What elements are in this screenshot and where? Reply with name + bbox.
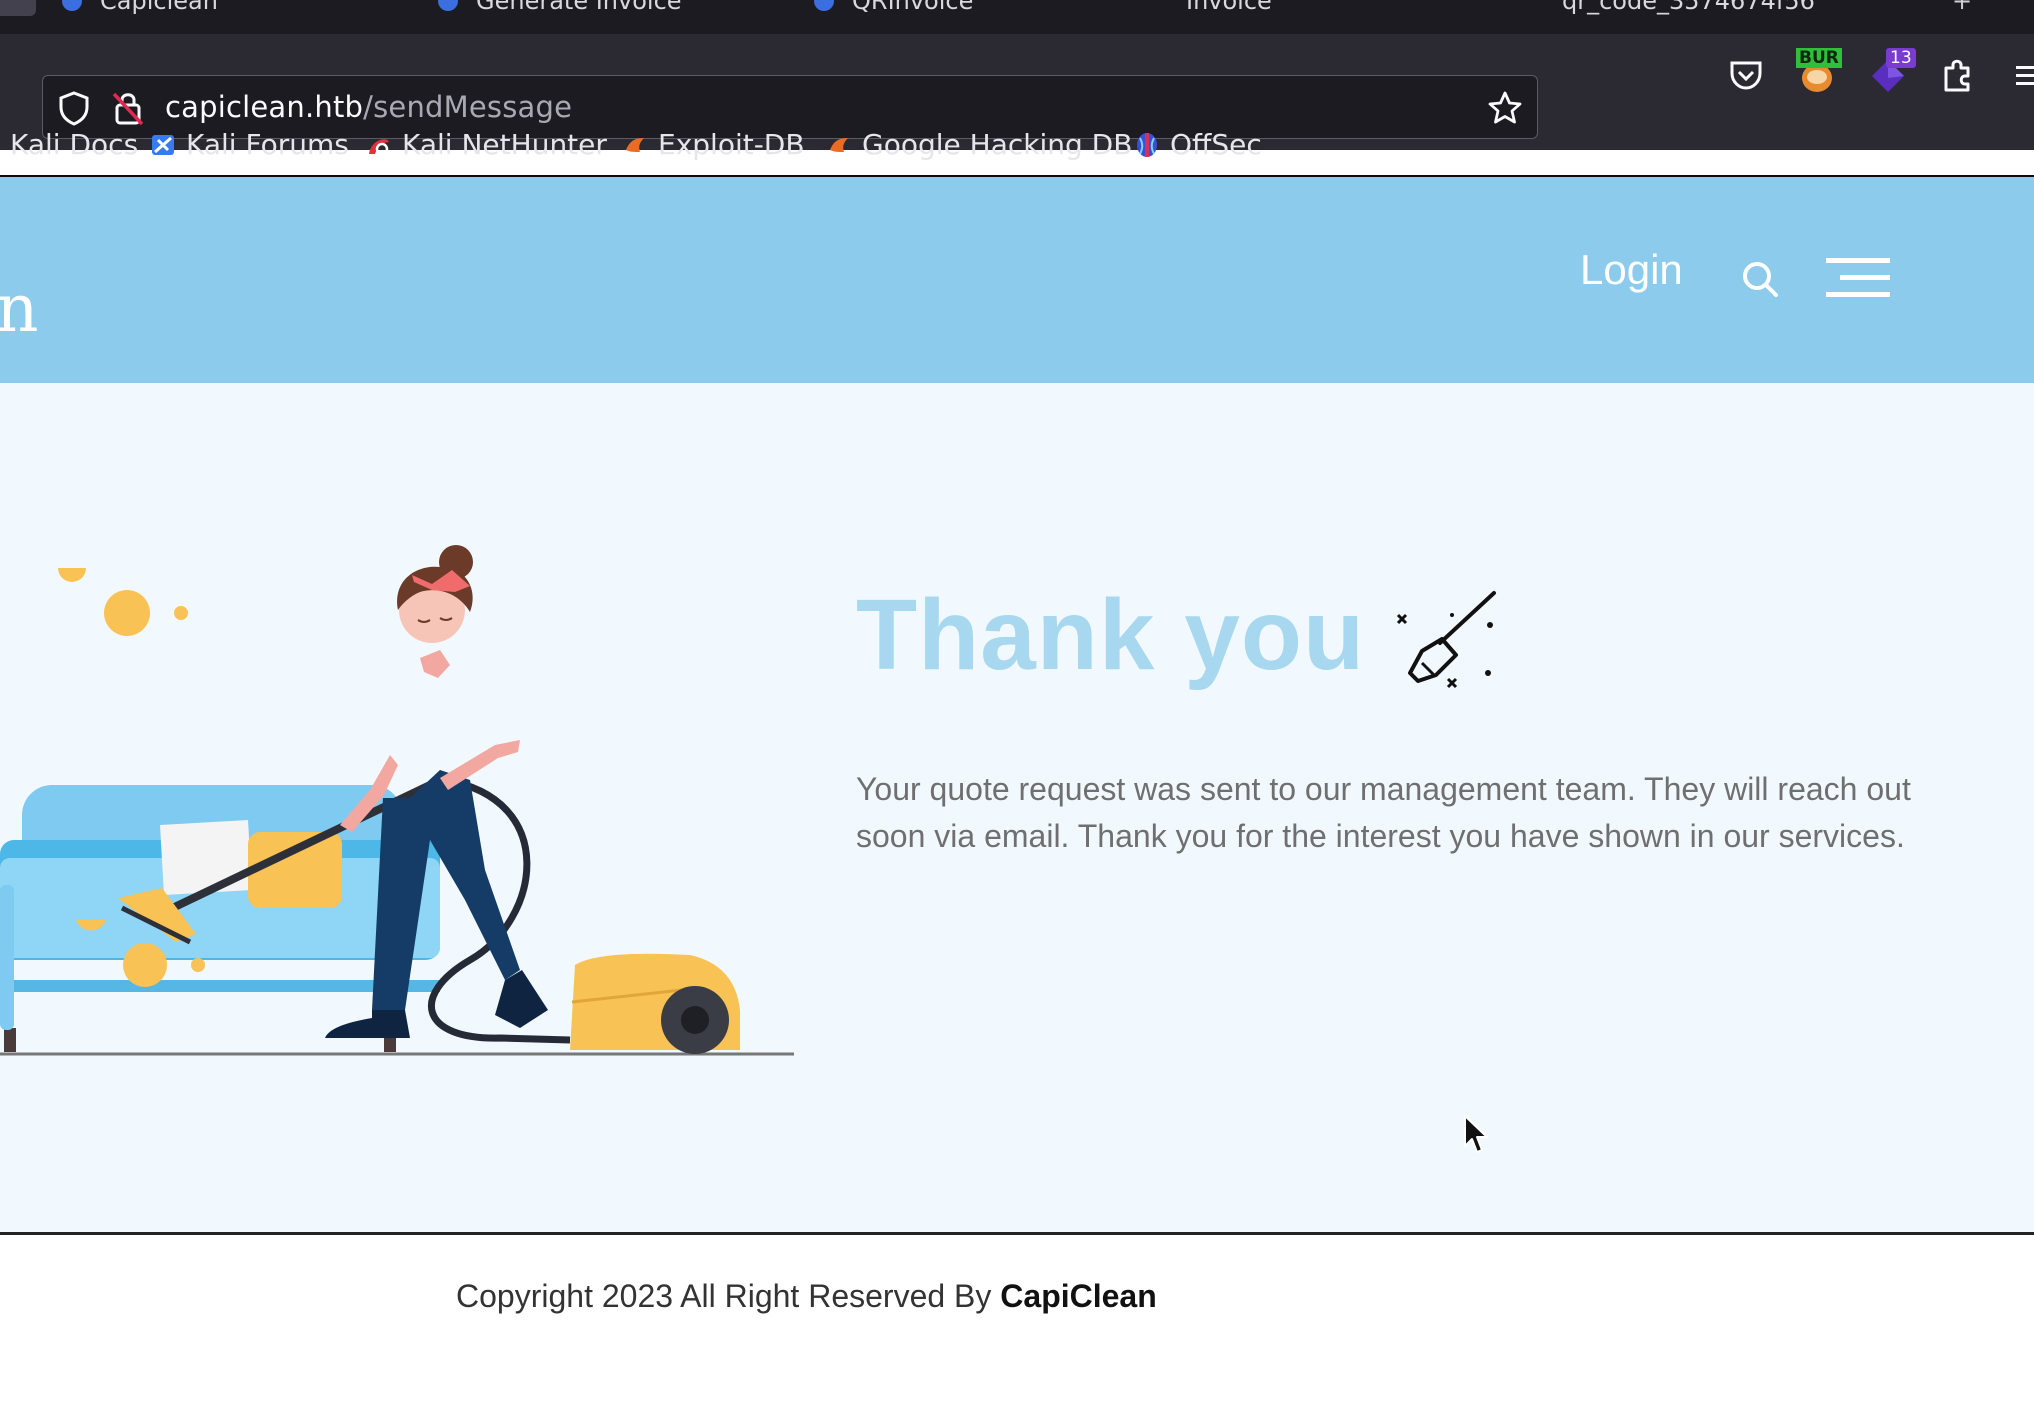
bookmark-exploit-db[interactable]: Exploit-DB bbox=[622, 128, 805, 161]
bookmark-label: Google Hacking DB bbox=[862, 128, 1133, 161]
tab-invoice[interactable]: Invoice bbox=[1186, 0, 1272, 18]
browser-tab-bar: Capiclean Generate Invoice QRInvoice Inv… bbox=[0, 0, 2034, 34]
bookmarks-toolbar: Kali Docs Kali Forums Kali NetHunter Exp… bbox=[0, 120, 2034, 170]
globe-icon bbox=[814, 0, 834, 11]
decor-dot bbox=[58, 568, 86, 582]
extension-badge: 13 bbox=[1886, 48, 1916, 68]
mouse-cursor-icon bbox=[1464, 1115, 1488, 1153]
bookmark-label: Exploit-DB bbox=[658, 128, 805, 161]
tab-generate-invoice[interactable]: Generate Invoice bbox=[438, 0, 682, 18]
tab-label: qr_code_3574674f56 bbox=[1562, 0, 1815, 15]
site-logo[interactable]: n bbox=[0, 270, 39, 347]
site-header bbox=[0, 177, 2034, 383]
kali-forums-icon bbox=[152, 134, 174, 155]
confirmation-message: Your quote request was sent to our manag… bbox=[856, 771, 1911, 854]
tab-label: Invoice bbox=[1186, 0, 1272, 15]
burp-badge: BUR bbox=[1796, 48, 1842, 68]
tab-label: QRInvoice bbox=[852, 0, 974, 15]
url-host: capiclean.htb bbox=[165, 90, 364, 124]
nethunter-icon bbox=[369, 138, 389, 155]
bookmark-label: OffSec bbox=[1170, 128, 1262, 161]
new-tab-button[interactable]: + bbox=[1952, 0, 1972, 18]
bookmark-google-hacking-db[interactable]: Google Hacking DB bbox=[826, 128, 1132, 161]
hamburger-menu-icon[interactable] bbox=[1826, 256, 1890, 300]
bookmark-kali-nethunter[interactable]: Kali NetHunter bbox=[366, 128, 607, 161]
bookmark-offsec[interactable]: OffSec bbox=[1134, 128, 1262, 161]
bookmark-label: Kali Docs bbox=[10, 128, 139, 161]
ghdb-icon bbox=[830, 137, 848, 152]
tab-label: Generate Invoice bbox=[476, 0, 682, 15]
footer-brand: CapiClean bbox=[1000, 1278, 1157, 1314]
tab-capiclean[interactable]: Capiclean bbox=[62, 0, 218, 18]
exploitdb-icon bbox=[626, 137, 644, 152]
copyright-text: Copyright 2023 All Right Reserved By bbox=[456, 1278, 992, 1314]
site-footer bbox=[0, 1235, 2034, 1408]
globe-icon bbox=[438, 0, 458, 11]
bookmark-kali-docs[interactable]: Kali Docs bbox=[10, 128, 138, 161]
vacuum-cleaner bbox=[570, 953, 740, 1054]
bookmark-kali-forums[interactable]: Kali Forums bbox=[150, 128, 349, 161]
bookmark-label: Kali NetHunter bbox=[402, 128, 607, 161]
globe-icon bbox=[62, 0, 82, 11]
thank-you-heading: Thank you bbox=[856, 579, 1366, 691]
tab-qrinvoice[interactable]: QRInvoice bbox=[814, 0, 973, 18]
decor-dot bbox=[174, 606, 188, 620]
decor-dot bbox=[104, 590, 150, 636]
url-text[interactable]: capiclean.htb/sendMessage bbox=[165, 90, 572, 124]
extensions-puzzle-icon[interactable] bbox=[1940, 56, 1976, 94]
broom-icon bbox=[1396, 591, 1496, 689]
burp-extension-icon[interactable]: BUR bbox=[1796, 48, 1842, 94]
active-tab-edge bbox=[0, 0, 36, 16]
tab-qr-code[interactable]: qr_code_3574674f56 bbox=[1562, 0, 1815, 18]
login-link[interactable]: Login bbox=[1580, 246, 1683, 294]
menu-icon[interactable] bbox=[2012, 62, 2034, 90]
pocket-icon[interactable] bbox=[1728, 58, 1764, 92]
search-icon[interactable] bbox=[1740, 259, 1780, 299]
tab-label: Capiclean bbox=[100, 0, 218, 15]
extension-counter-icon[interactable]: 13 bbox=[1868, 48, 1918, 96]
bookmark-label: Kali Forums bbox=[186, 128, 349, 161]
offsec-icon bbox=[1137, 132, 1157, 157]
url-path: /sendMessage bbox=[363, 90, 573, 124]
footer-copyright: Copyright 2023 All Right Reserved By Cap… bbox=[456, 1278, 1157, 1315]
cleaning-illustration bbox=[0, 545, 794, 1056]
